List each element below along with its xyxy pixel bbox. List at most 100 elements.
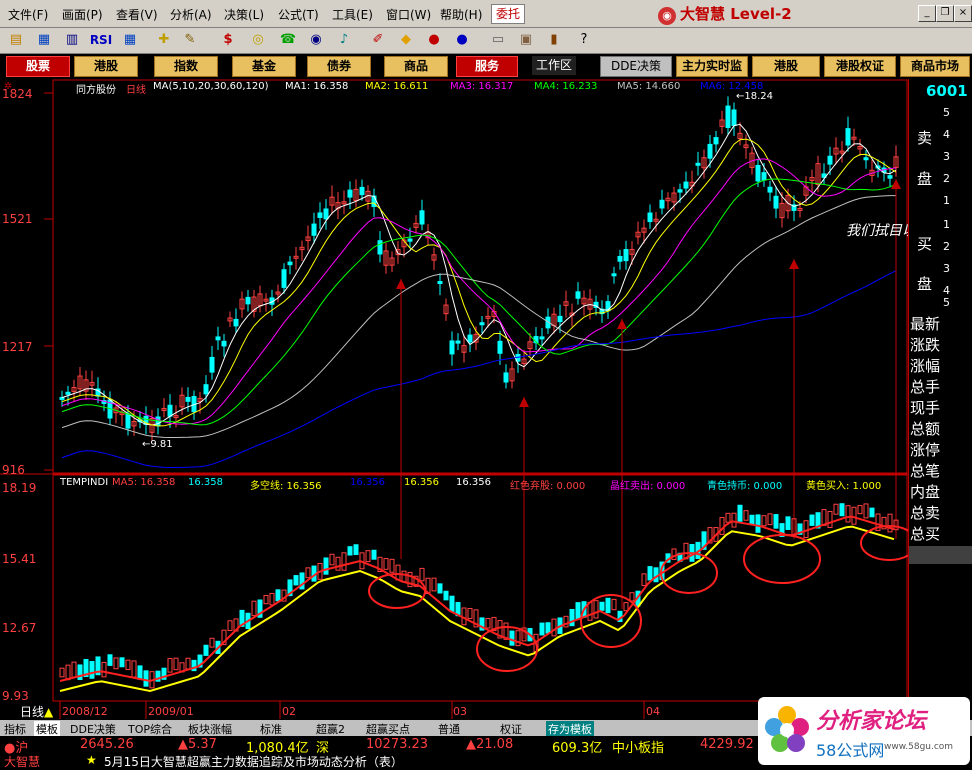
binoculars-icon[interactable]: ◉ xyxy=(306,31,326,49)
restore-icon[interactable]: ❐ xyxy=(936,5,954,22)
menu-file[interactable]: 文件(F) xyxy=(8,6,48,23)
ruler-icon[interactable]: ✎ xyxy=(180,31,200,49)
tab-stock[interactable]: 股票 xyxy=(6,56,70,77)
candle-body xyxy=(419,210,425,225)
btab-standard[interactable]: 标准 xyxy=(260,721,282,737)
bell-icon[interactable]: ♪ xyxy=(334,31,354,49)
indicator-bar xyxy=(653,567,659,583)
notes-icon[interactable]: ▣ xyxy=(516,31,536,49)
btab-top[interactable]: TOP综合 xyxy=(128,721,172,737)
toolbar: ▤ ▦ ▥ RSI ▦ ✚ ✎ $ ◎ ☎ ◉ ♪ ✐ ◆ ● ● ▭ ▣ ▮ … xyxy=(0,28,972,54)
candle-body xyxy=(59,396,65,400)
open-folder-icon[interactable]: ▤ xyxy=(6,31,26,49)
tab-dde[interactable]: DDE决策 xyxy=(600,56,672,77)
candle-body xyxy=(647,212,653,223)
help-pointer-icon[interactable]: ? xyxy=(574,31,594,49)
candle-body xyxy=(725,105,731,129)
ma4-line xyxy=(61,178,897,426)
indicator-bar xyxy=(269,592,275,606)
tab-hk2[interactable]: 港股 xyxy=(752,56,820,77)
news-headline[interactable]: 5月15日大智慧超赢主力数据追踪及市场动态分析（表） xyxy=(104,753,403,770)
btab-dde[interactable]: DDE决策 xyxy=(70,721,116,737)
dollar-icon[interactable]: $ xyxy=(218,31,238,49)
menu-screen[interactable]: 画面(P) xyxy=(62,6,103,23)
books-icon[interactable]: ▮ xyxy=(544,31,564,49)
indicator-bar xyxy=(329,553,335,566)
sub-tick-3: 12.67 xyxy=(2,621,37,635)
menu-formula[interactable]: 公式(T) xyxy=(278,6,319,23)
disk-red-icon[interactable]: ● xyxy=(424,31,444,49)
tab-commodity[interactable]: 商品 xyxy=(384,56,448,77)
entrust-button[interactable]: 委托 xyxy=(491,4,525,24)
menu-tools[interactable]: 工具(E) xyxy=(332,6,373,23)
tab-main-monitor[interactable]: 主力实时监控 xyxy=(676,56,748,92)
sh-index-value: 2645.26 xyxy=(80,737,134,752)
watermark-title: 分析家论坛 xyxy=(816,709,927,734)
menu-analysis[interactable]: 分析(A) xyxy=(170,6,212,23)
candle-body xyxy=(683,181,689,189)
panel-scroll-strip[interactable] xyxy=(909,546,972,564)
indicator-bar xyxy=(443,590,449,601)
grid-icon[interactable]: ▥ xyxy=(62,31,82,49)
date-tick-2: 2009/01 xyxy=(148,705,194,718)
menu-help[interactable]: 帮助(H) xyxy=(440,6,482,23)
indicator-bar xyxy=(263,594,269,605)
indicator-bar xyxy=(743,510,749,521)
candle-body xyxy=(209,356,215,373)
signal-circle xyxy=(743,534,821,584)
indicator-bar xyxy=(203,644,209,656)
candle-body xyxy=(827,155,833,165)
glasses-icon[interactable]: ◎ xyxy=(248,31,268,49)
field-change: 涨跌 xyxy=(910,336,941,354)
sub-v2: 16.358 xyxy=(188,477,223,488)
menu-decision[interactable]: 决策(L) xyxy=(224,6,264,23)
disk-blue-icon[interactable]: ● xyxy=(452,31,472,49)
date-tick-3: 02 xyxy=(282,705,296,718)
kline-chart[interactable] xyxy=(0,79,908,720)
watermark-sub: 58公式网 xyxy=(816,741,885,760)
rsi-button[interactable]: RSI xyxy=(88,31,114,49)
candle-body xyxy=(713,137,719,145)
indicator-bar xyxy=(401,570,407,583)
btab-normal[interactable]: 普通 xyxy=(438,721,460,737)
printer-icon[interactable]: ▭ xyxy=(488,31,508,49)
indicator-bar xyxy=(761,515,767,527)
candle-body xyxy=(611,273,617,277)
tab-bond[interactable]: 债券 xyxy=(307,56,371,77)
minimize-icon[interactable]: _ xyxy=(918,5,936,22)
buy-level-1: 1 xyxy=(943,218,950,231)
btab-sector[interactable]: 板块涨幅 xyxy=(188,721,232,737)
tab-commodity-market[interactable]: 商品市场 xyxy=(900,56,970,77)
indicator-bar xyxy=(467,607,473,619)
crosshair-icon[interactable]: ✚ xyxy=(154,31,174,49)
btab-warrant[interactable]: 权证 xyxy=(500,721,522,737)
btab-save-template[interactable]: 存为模板 xyxy=(546,721,594,737)
diamond-icon[interactable]: ◆ xyxy=(396,31,416,49)
indicator-bar xyxy=(323,557,329,575)
indicator-bar xyxy=(725,512,731,523)
table-icon[interactable]: ▦ xyxy=(120,31,140,49)
menu-view[interactable]: 查看(V) xyxy=(116,6,158,23)
indicator-bar xyxy=(773,514,779,529)
tab-workspace[interactable]: 工作区 xyxy=(532,56,576,75)
btab-chaoying-buy[interactable]: 超赢买点 xyxy=(366,721,410,737)
phone-icon[interactable]: ☎ xyxy=(278,31,298,49)
btab-indicator[interactable]: 指标 xyxy=(4,721,26,737)
btab-template[interactable]: 模板 xyxy=(34,721,60,737)
chart-icon[interactable]: ▦ xyxy=(34,31,54,49)
tab-hk[interactable]: 港股 xyxy=(74,56,138,77)
candle-body xyxy=(167,404,173,417)
candle-body xyxy=(185,396,191,402)
close-icon[interactable]: × xyxy=(954,5,972,22)
tab-hk-warrant[interactable]: 港股权证 xyxy=(824,56,896,77)
menu-window[interactable]: 窗口(W) xyxy=(386,6,431,23)
btab-chaoying2[interactable]: 超赢2 xyxy=(316,721,345,737)
sub-red-sell: 红色弃股: 0.000 xyxy=(510,481,586,492)
indicator-bar xyxy=(845,505,851,523)
candle-body xyxy=(479,322,485,326)
period-label[interactable]: 日线▲ xyxy=(20,703,54,720)
edit-icon[interactable]: ✐ xyxy=(368,31,388,49)
tab-index[interactable]: 指数 xyxy=(154,56,218,77)
tab-service[interactable]: 服务 xyxy=(456,56,518,77)
tab-fund[interactable]: 基金 xyxy=(232,56,296,77)
